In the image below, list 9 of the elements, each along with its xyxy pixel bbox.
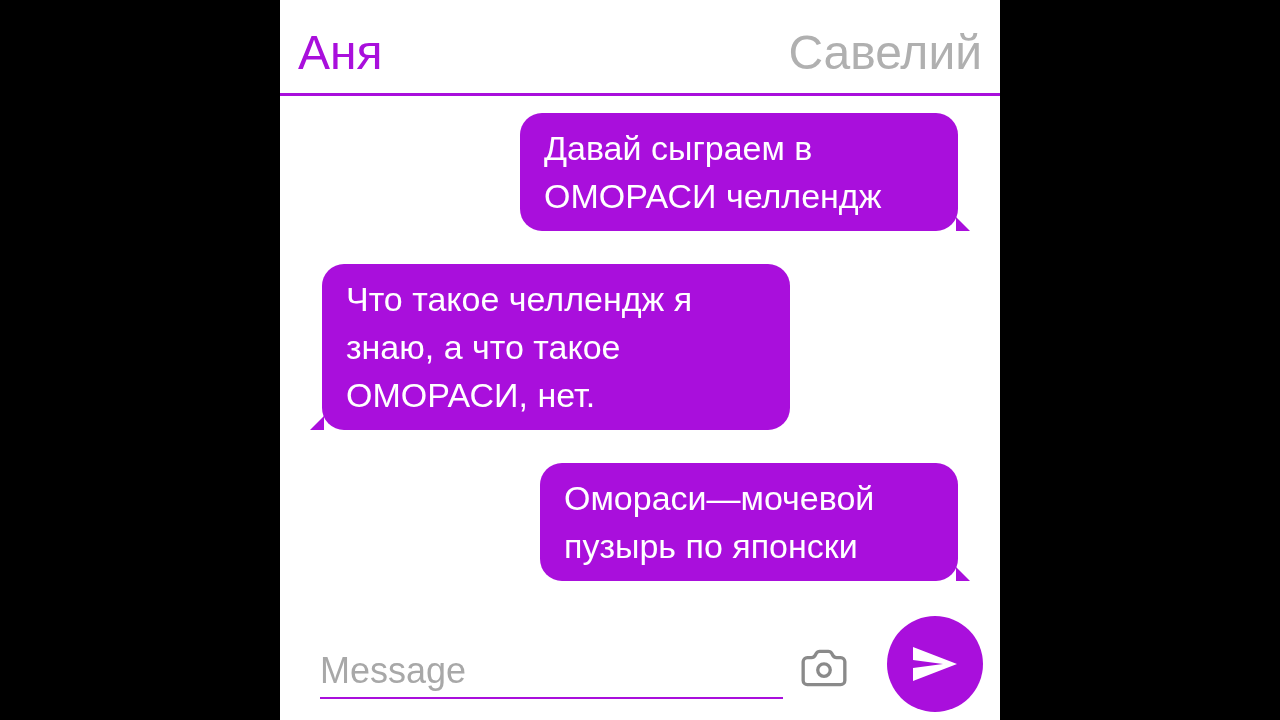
contact-name[interactable]: Аня — [298, 27, 383, 79]
message-bubble: Омораси—мочевой пузырь по японски — [540, 463, 958, 581]
bubble-tail-icon — [956, 217, 970, 231]
bubble-tail-icon — [956, 567, 970, 581]
send-icon — [913, 647, 957, 681]
message-input[interactable]: Message — [320, 649, 783, 699]
bubble-tail-icon — [310, 416, 324, 430]
message-bubble: Давай сыграем в ОМОРАСИ челлендж — [520, 113, 958, 231]
message-bubble: Что такое челлендж я знаю, а что такое ОМОРАСИ, нет. — [322, 264, 790, 430]
